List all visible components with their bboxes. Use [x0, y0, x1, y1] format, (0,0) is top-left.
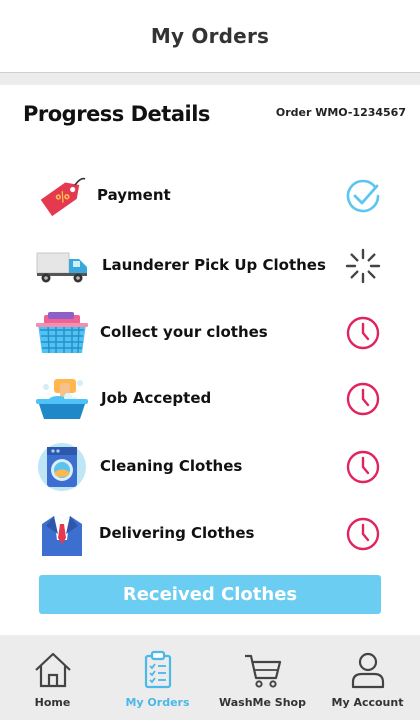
step-label: Delivering Clothes	[99, 524, 255, 542]
step-pickup: Launderer Pick Up Clothes	[0, 238, 420, 294]
washing-machine-icon	[32, 439, 92, 495]
step-label: Launderer Pick Up Clothes	[102, 256, 326, 274]
clipboard-icon	[144, 650, 171, 689]
user-icon	[351, 652, 384, 689]
page-title: My Orders	[150, 24, 270, 48]
suit-icon	[32, 506, 92, 562]
step-label: Payment	[97, 186, 171, 204]
nav-label: WashMe Shop	[219, 696, 306, 709]
step-delivering: Delivering Clothes	[0, 506, 420, 562]
order-id: Order WMO-1234567	[275, 106, 406, 119]
step-label: Cleaning Clothes	[100, 457, 243, 475]
progress-card: Progress Details Order WMO-1234567 % Pay…	[0, 85, 420, 635]
check-circle-icon	[346, 179, 380, 213]
step-job-accepted: Job Accepted	[0, 371, 420, 427]
laundry-basket-icon	[32, 305, 92, 361]
delivery-truck-icon	[36, 238, 90, 294]
washing-tub-icon	[32, 371, 92, 427]
price-tag-icon: %	[32, 168, 92, 224]
nav-item-my-account[interactable]: My Account	[315, 636, 420, 720]
step-label: Job Accepted	[101, 389, 212, 407]
step-payment: % Payment	[0, 168, 420, 224]
nav-item-my-orders[interactable]: My Orders	[105, 636, 210, 720]
step-label: Collect your clothes	[100, 323, 268, 341]
clock-icon	[346, 382, 380, 416]
loading-spinner-icon	[345, 248, 381, 284]
progress-title: Progress Details	[23, 102, 210, 126]
step-cleaning: Cleaning Clothes	[0, 439, 420, 495]
bottom-nav: Home My Orders WashMe Shop My Account	[0, 636, 420, 720]
clock-icon	[346, 517, 380, 551]
nav-item-home[interactable]: Home	[0, 636, 105, 720]
shopping-cart-icon	[244, 654, 281, 688]
nav-label: My Orders	[125, 696, 190, 709]
received-clothes-button[interactable]: Received Clothes	[39, 575, 381, 614]
top-app-bar: My Orders	[0, 0, 420, 73]
step-collect: Collect your clothes	[0, 305, 420, 361]
nav-item-washme-shop[interactable]: WashMe Shop	[210, 636, 315, 720]
clock-icon	[346, 450, 380, 484]
home-icon	[34, 652, 71, 688]
nav-label: Home	[34, 696, 71, 709]
clock-icon	[346, 316, 380, 350]
nav-label: My Account	[331, 696, 404, 709]
